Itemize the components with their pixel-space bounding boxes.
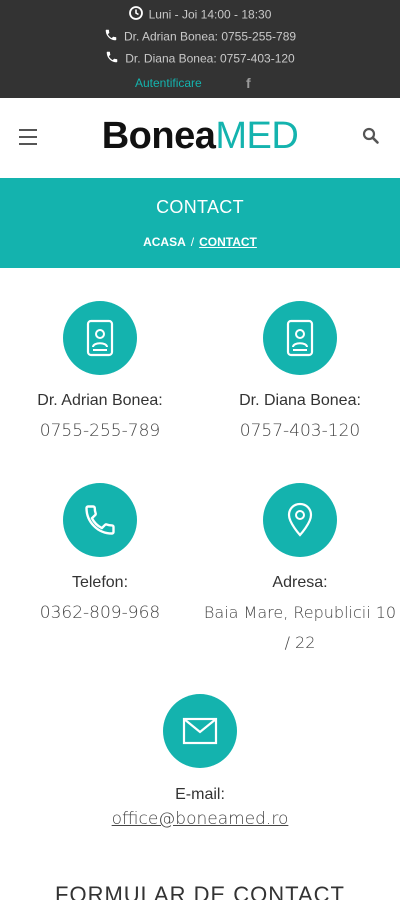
breadcrumb-current[interactable]: CONTACT	[199, 235, 257, 249]
email-link[interactable]: office@boneamed.ro	[100, 804, 300, 834]
phone-icon	[63, 483, 137, 557]
contact-label: Dr. Adrian Bonea:	[37, 392, 163, 409]
opening-hours: Luni - Joi 14:00 - 18:30	[0, 6, 400, 23]
contact-label: Dr. Diana Bonea:	[239, 392, 361, 409]
contact-card-adresa: Adresa: Baia Mare, Republicii 10 / 22	[200, 483, 400, 658]
site-logo[interactable]: BoneaMED	[0, 115, 400, 158]
clock-icon	[128, 6, 143, 23]
contact-card-adrian: Dr. Adrian Bonea: 0755-255-789	[0, 301, 200, 446]
logo-part-2: MED	[215, 115, 299, 157]
search-icon[interactable]	[362, 127, 380, 150]
phone-icon	[104, 28, 118, 45]
site-header: BoneaMED	[0, 98, 400, 178]
opening-hours-text: Luni - Joi 14:00 - 18:30	[148, 7, 272, 22]
top-info-bar: Luni - Joi 14:00 - 18:30 Dr. Adrian Bone…	[0, 0, 400, 98]
contact-form-title: FORMULAR DE CONTACT	[55, 882, 345, 900]
phone-line-2[interactable]: Dr. Diana Bonea: 0757-403-120	[0, 50, 400, 67]
phone-line-2-text: Dr. Diana Bonea: 0757-403-120	[125, 51, 295, 66]
contact-card-diana: Dr. Diana Bonea: 0757-403-120	[200, 301, 400, 446]
contact-value[interactable]: 0757-403-120	[200, 416, 400, 446]
phone-icon	[105, 50, 119, 67]
breadcrumb-home[interactable]: ACASA	[143, 235, 186, 249]
mobile-contact-icon	[63, 301, 137, 375]
page-title: CONTACT	[156, 197, 244, 217]
login-link[interactable]: Autentificare	[135, 76, 202, 90]
contact-label: Telefon:	[71, 574, 129, 591]
location-pin-icon	[263, 483, 337, 557]
phone-line-1[interactable]: Dr. Adrian Bonea: 0755-255-789	[0, 28, 400, 45]
contact-label: E-mail:	[175, 786, 225, 803]
breadcrumb: ACASA / CONTACT	[0, 235, 400, 249]
contact-value[interactable]: Baia Mare, Republicii 10 / 22	[200, 598, 400, 658]
mail-icon	[163, 694, 237, 768]
contact-value[interactable]: 0362-809-968	[0, 598, 200, 628]
contact-value[interactable]: 0755-255-789	[0, 416, 200, 446]
phone-line-1-text: Dr. Adrian Bonea: 0755-255-789	[123, 29, 297, 44]
facebook-icon[interactable]: f	[246, 75, 251, 91]
logo-part-1: Bonea	[101, 115, 216, 157]
breadcrumb-separator: /	[190, 235, 195, 249]
contact-card-telefon: Telefon: 0362-809-968	[0, 483, 200, 628]
page-title-banner: CONTACT ACASA / CONTACT	[0, 178, 400, 268]
mobile-contact-icon	[263, 301, 337, 375]
contact-card-email: E-mail: office@boneamed.ro	[100, 694, 300, 834]
contact-label: Adresa:	[272, 574, 328, 591]
